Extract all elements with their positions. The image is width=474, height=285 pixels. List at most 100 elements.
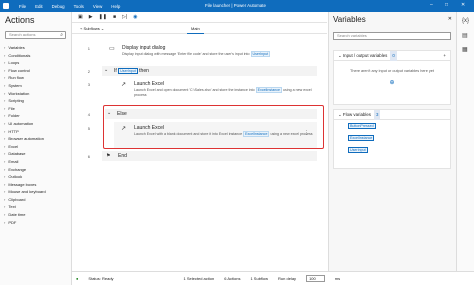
- close-icon[interactable]: ✕: [461, 2, 465, 8]
- variables-title: Variables: [333, 15, 366, 24]
- action-group[interactable]: Exchange: [4, 166, 70, 174]
- menu-view[interactable]: View: [93, 4, 102, 9]
- variable-chip: ExcelInstance: [348, 135, 375, 141]
- record-icon[interactable]: ◉: [133, 14, 137, 20]
- tab-main[interactable]: Main: [187, 26, 204, 34]
- step-number: 3: [87, 82, 90, 87]
- subflows-label: Subflows: [83, 26, 100, 31]
- action-group[interactable]: PDF: [4, 219, 70, 227]
- action-group[interactable]: Outlook: [4, 173, 70, 181]
- count-badge: 3: [373, 110, 381, 120]
- subflows-count: 1 Subflow: [250, 276, 269, 281]
- action-group[interactable]: Text: [4, 203, 70, 211]
- status-ok-icon: ●: [76, 276, 79, 281]
- variable-chip: UserInput: [348, 147, 368, 153]
- stop-icon[interactable]: ■: [113, 14, 116, 20]
- menu-debug[interactable]: Debug: [52, 4, 65, 9]
- io-variables-header[interactable]: ⌄ Input / output variables 0 +: [334, 51, 450, 61]
- desc-text: Launch Excel and open document 'C:\Sales…: [134, 88, 255, 92]
- action-group[interactable]: Date time: [4, 211, 70, 219]
- action-group[interactable]: Message boxes: [4, 181, 70, 189]
- count-badge: 0: [390, 51, 397, 61]
- action-group[interactable]: Email: [4, 158, 70, 166]
- dialog-icon: ▭: [109, 46, 115, 52]
- selected-count: 1 Selected action: [183, 276, 215, 281]
- run-delay-label: Run delay: [278, 276, 297, 281]
- subflows-dropdown[interactable]: ⌁ Subflows ⌄: [80, 26, 104, 31]
- window-title: File launcher | Power Automate: [205, 3, 266, 8]
- io-variables-section: ⌄ Input / output variables 0 + There aren'…: [333, 50, 451, 105]
- variable-item[interactable]: UserInput: [334, 144, 450, 156]
- maximize-icon[interactable]: □: [445, 2, 448, 8]
- ui-elements-icon[interactable]: ▤: [462, 32, 468, 39]
- app-icon: [3, 3, 9, 9]
- status-text: Status: Ready: [88, 276, 114, 281]
- flow-canvas: 1 ▭ Display input dialog Display input d…: [72, 34, 327, 271]
- step-number: 5: [87, 126, 90, 131]
- variable-chip: UserInput: [118, 68, 138, 74]
- flow-variables-header[interactable]: ⌄ Flow variables 3: [334, 110, 450, 120]
- right-rail: {x} ▤ ▦: [456, 12, 474, 271]
- toolbar: ▣ ▶ ❚❚ ■ ▷| ◉: [72, 12, 327, 23]
- status-bar: ● Status: Ready 1 Selected action 6 Acti…: [72, 271, 474, 285]
- minimize-icon[interactable]: –: [430, 2, 433, 8]
- save-icon[interactable]: ▣: [78, 14, 83, 20]
- step-title: Launch Excel: [134, 81, 165, 87]
- actions-title: Actions: [5, 15, 35, 25]
- actions-list: Variables Conditionals Loops Flow contro…: [4, 44, 70, 226]
- action-group[interactable]: Clipboard: [4, 196, 70, 204]
- action-group[interactable]: Folder: [4, 112, 70, 120]
- search-icon: ⌕: [60, 32, 63, 38]
- action-group[interactable]: Browser automation: [4, 135, 70, 143]
- title-bar: File Edit Debug Tools View Help File lau…: [0, 0, 474, 12]
- menu-file[interactable]: File: [19, 4, 26, 9]
- flow-step-display-input-dialog[interactable]: 1 ▭ Display input dialog Display input d…: [88, 42, 317, 66]
- action-group[interactable]: UI automation: [4, 120, 70, 128]
- search-placeholder: Search variables: [337, 33, 367, 38]
- section-title: Flow variables: [342, 112, 371, 117]
- action-group[interactable]: Flow control: [4, 67, 70, 75]
- flow-step-if[interactable]: 2 ⌄ If UserInput then: [88, 66, 317, 76]
- run-delay-input[interactable]: 100: [306, 275, 325, 282]
- subflow-tabs: ⌁ Subflows ⌄ Main: [72, 23, 327, 34]
- variables-panel: Variables ✕ Search variables ⌄ Input / o…: [328, 12, 456, 271]
- collapse-chevron-icon[interactable]: ⌄: [104, 67, 108, 73]
- action-group[interactable]: Database: [4, 150, 70, 158]
- close-panel-icon[interactable]: ✕: [448, 16, 452, 22]
- variable-item[interactable]: ExcelInstance: [334, 132, 450, 144]
- flow-step-launch-excel[interactable]: 3 ↗ Launch Excel Launch Excel and open d…: [88, 78, 317, 104]
- action-group[interactable]: Conditionals: [4, 52, 70, 60]
- pause-icon[interactable]: ❚❚: [99, 14, 107, 20]
- menu-help[interactable]: Help: [111, 4, 120, 9]
- action-group[interactable]: Workstation: [4, 90, 70, 98]
- actions-search-input[interactable]: Search actions ⌕: [5, 31, 66, 39]
- action-group[interactable]: Run flow: [4, 74, 70, 82]
- step-description: Launch Excel and open document 'C:\Sales…: [134, 87, 314, 98]
- menu-bar: File Edit Debug Tools View Help: [19, 4, 129, 9]
- action-group[interactable]: Mouse and keyboard: [4, 188, 70, 196]
- action-group[interactable]: HTTP: [4, 128, 70, 136]
- if-keyword: If: [114, 68, 117, 74]
- search-placeholder: Search actions: [9, 32, 36, 37]
- images-icon[interactable]: ▦: [462, 46, 468, 53]
- step-number: 4: [87, 112, 90, 117]
- variable-item[interactable]: ButtonPressed: [334, 120, 450, 132]
- variables-panel-icon[interactable]: {x}: [462, 18, 469, 24]
- desc-text: Display input dialog with message 'Enter…: [122, 52, 250, 56]
- action-group[interactable]: Excel: [4, 143, 70, 151]
- menu-tools[interactable]: Tools: [74, 4, 84, 9]
- add-io-variable-icon[interactable]: ⊕: [334, 79, 450, 86]
- variables-search-input[interactable]: Search variables: [333, 32, 451, 40]
- action-group[interactable]: System: [4, 82, 70, 90]
- run-icon[interactable]: ▶: [89, 14, 93, 20]
- add-icon[interactable]: +: [443, 51, 446, 61]
- flow-variables-section: ⌄ Flow variables 3 ButtonPressed ExcelIns…: [333, 109, 451, 169]
- action-group[interactable]: Scripting: [4, 97, 70, 105]
- step-icon[interactable]: ▷|: [122, 14, 127, 20]
- action-group[interactable]: File: [4, 105, 70, 113]
- flow-step-end[interactable]: 6 ⚑ End: [88, 151, 317, 161]
- step-number: 2: [87, 69, 90, 74]
- menu-edit[interactable]: Edit: [35, 4, 43, 9]
- action-group[interactable]: Variables: [4, 44, 70, 52]
- action-group[interactable]: Loops: [4, 59, 70, 67]
